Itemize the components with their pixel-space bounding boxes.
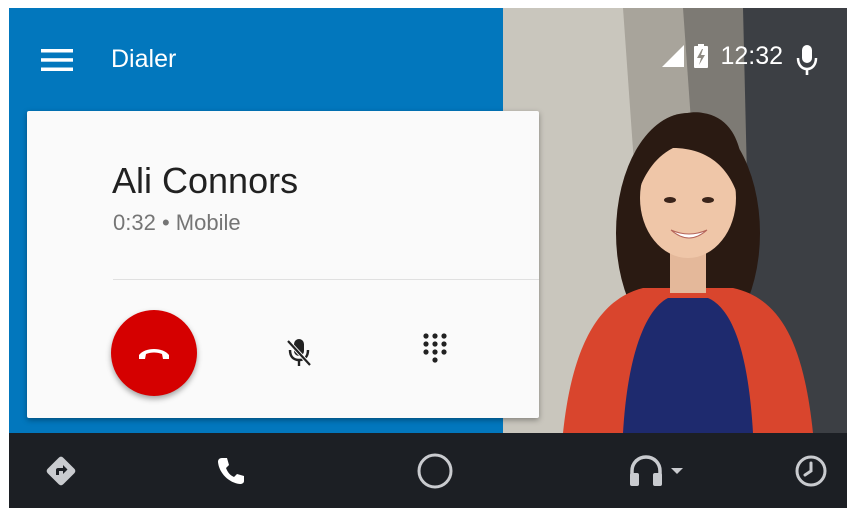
battery-charging-icon <box>694 44 709 68</box>
clock: 12:32 <box>720 41 783 70</box>
cell-signal-icon <box>662 45 685 67</box>
mute-button[interactable] <box>279 333 319 373</box>
contact-photo: 12:32 <box>503 8 847 433</box>
nav-overview-button[interactable] <box>791 451 831 491</box>
android-auto-screen: Dialer 12:32 Ali Connors 0:32 • Mobile <box>9 8 847 508</box>
home-circle-icon <box>417 453 453 489</box>
nav-home-button[interactable] <box>413 451 457 491</box>
menu-button[interactable] <box>35 42 79 78</box>
dialpad-icon <box>423 333 447 363</box>
nav-navigation-button[interactable] <box>41 451 81 491</box>
nav-media-button[interactable] <box>621 451 691 491</box>
caller-name: Ali Connors <box>112 160 299 201</box>
app-title: Dialer <box>111 45 177 73</box>
detail-separator: • <box>161 210 170 235</box>
dialpad-button[interactable] <box>415 329 455 369</box>
headphones-icon <box>630 455 662 486</box>
card-divider <box>113 279 539 280</box>
call-details: 0:32 • Mobile <box>113 209 241 237</box>
bottom-navigation-bar <box>9 433 847 508</box>
microphone-icon <box>796 45 818 75</box>
nav-phone-button[interactable] <box>211 451 251 491</box>
mic-off-icon <box>286 339 312 367</box>
navigation-icon <box>46 456 76 486</box>
end-call-icon <box>139 349 169 359</box>
active-call-card: Ali Connors 0:32 • Mobile <box>27 111 539 418</box>
end-call-button[interactable] <box>111 310 197 396</box>
hamburger-menu-icon <box>41 49 73 71</box>
overview-icon <box>795 455 827 487</box>
number-type: Mobile <box>175 210 241 235</box>
call-duration: 0:32 <box>113 210 156 235</box>
phone-icon <box>218 458 244 484</box>
voice-search-button[interactable] <box>789 42 825 78</box>
dropdown-arrow-icon <box>671 468 683 474</box>
